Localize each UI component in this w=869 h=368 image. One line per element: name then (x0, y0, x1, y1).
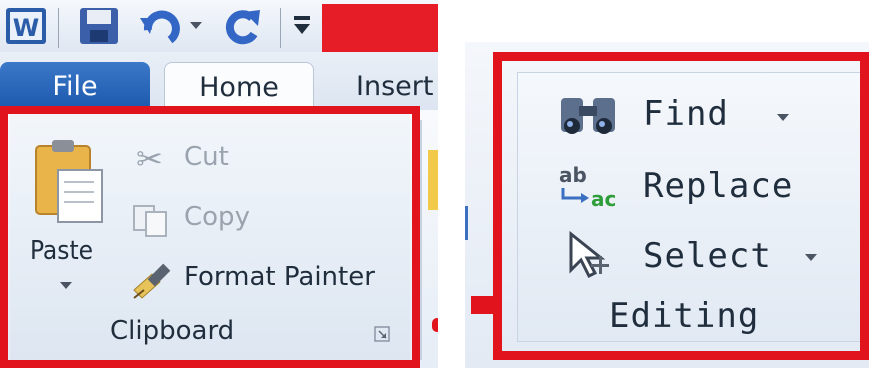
quick-access-toolbar: W (0, 0, 438, 52)
adjacent-group-edge (428, 150, 438, 210)
redo-icon[interactable] (222, 6, 266, 50)
group-divider (420, 120, 422, 360)
qat-divider (58, 8, 59, 48)
undo-dropdown-icon[interactable] (190, 22, 202, 29)
tab-insert-label: Insert (356, 70, 434, 102)
adjacent-red-dot (432, 318, 438, 332)
tab-home[interactable]: Home (164, 62, 314, 111)
customize-qat-icon[interactable] (292, 14, 314, 42)
highlight-bar (322, 4, 438, 52)
tab-file[interactable]: File (0, 62, 150, 110)
clipboard-highlight-frame (0, 106, 420, 368)
clipboard-screenshot-panel: W File Home Insert Paste ✂ Cut Copy Form… (0, 0, 438, 368)
tab-insert[interactable]: Insert (338, 62, 438, 110)
right-panel-top (465, 0, 869, 42)
editing-highlight-frame (493, 52, 869, 360)
tab-file-label: File (52, 70, 98, 102)
adjacent-group-hint (465, 206, 482, 240)
save-icon[interactable] (78, 6, 122, 50)
editing-screenshot-panel: Find ab ac Replace Select Editing (465, 0, 869, 368)
svg-text:W: W (13, 14, 39, 42)
word-logo-icon[interactable]: W (6, 6, 46, 46)
tab-home-label: Home (199, 71, 279, 103)
undo-icon[interactable] (138, 6, 184, 50)
qat-divider (280, 8, 281, 48)
